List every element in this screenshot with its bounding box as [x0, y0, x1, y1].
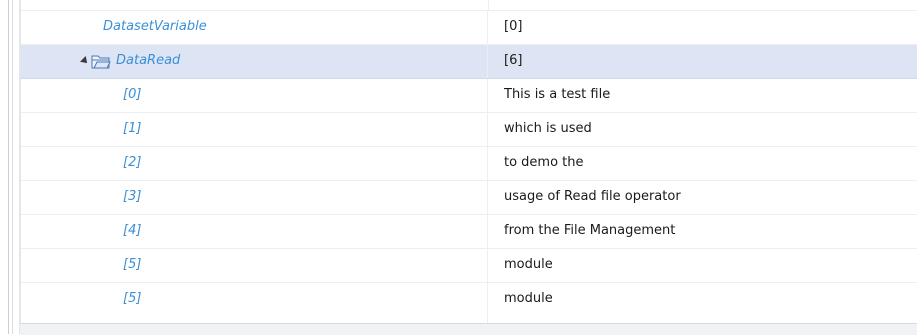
row-name: [1]: [123, 121, 142, 136]
value-cell: module: [489, 283, 917, 323]
value-cell: from the File Management: [489, 215, 917, 248]
name-cell: [4]: [21, 215, 488, 248]
row-value: [0]: [504, 19, 523, 34]
row-name: [4]: [123, 223, 142, 238]
value-cell: [6]: [489, 45, 917, 78]
row-value: module: [504, 257, 553, 272]
variables-tree-grid: DatasetVariable [0] DataRead [6] [0] Thi…: [20, 0, 917, 323]
tree-row[interactable]: [2] to demo the: [21, 147, 917, 181]
tree-row[interactable]: [5] module: [21, 283, 917, 323]
name-cell: [1]: [21, 113, 488, 146]
tree-row[interactable]: [5] module: [21, 249, 917, 283]
row-value: usage of Read file operator: [504, 189, 681, 204]
tree-row[interactable]: [0] This is a test file: [21, 79, 917, 113]
name-cell: [3]: [21, 181, 488, 214]
folder-icon: [91, 55, 111, 69]
value-cell: This is a test file: [489, 79, 917, 112]
value-cell: usage of Read file operator: [489, 181, 917, 214]
row-name: DatasetVariable: [103, 19, 207, 34]
value-cell: to demo the: [489, 147, 917, 180]
tree-row[interactable]: [4] from the File Management: [21, 215, 917, 249]
row-value: to demo the: [504, 155, 584, 170]
tree-row-selected[interactable]: DataRead [6]: [21, 45, 917, 79]
row-value: from the File Management: [504, 223, 676, 238]
row-value: This is a test file: [504, 87, 611, 102]
row-value: [6]: [504, 53, 523, 68]
value-cell: which is used: [489, 113, 917, 146]
row-name: [0]: [123, 87, 142, 102]
name-cell: [5]: [21, 283, 488, 323]
value-cell: module: [489, 249, 917, 282]
collapse-triangle-icon[interactable]: [80, 56, 90, 66]
row-name: [5]: [123, 257, 142, 272]
value-cell: [0]: [489, 11, 917, 44]
name-cell: DataRead: [21, 45, 488, 78]
tree-row[interactable]: [3] usage of Read file operator: [21, 181, 917, 215]
name-cell: [2]: [21, 147, 488, 180]
name-cell: [5]: [21, 249, 488, 282]
name-cell: DatasetVariable: [21, 11, 488, 44]
tree-row[interactable]: DatasetVariable [0]: [21, 11, 917, 45]
row-value: module: [504, 291, 553, 306]
name-cell: [0]: [21, 79, 488, 112]
row-value: which is used: [504, 121, 592, 136]
row-name: [2]: [123, 155, 142, 170]
row-name: DataRead: [116, 53, 181, 68]
grid-top-row: [21, 0, 917, 11]
left-frame-border: [0, 0, 20, 334]
row-name: [3]: [123, 189, 142, 204]
tree-row[interactable]: [1] which is used: [21, 113, 917, 147]
row-name: [5]: [123, 291, 142, 306]
horizontal-scrollbar[interactable]: [20, 323, 917, 335]
